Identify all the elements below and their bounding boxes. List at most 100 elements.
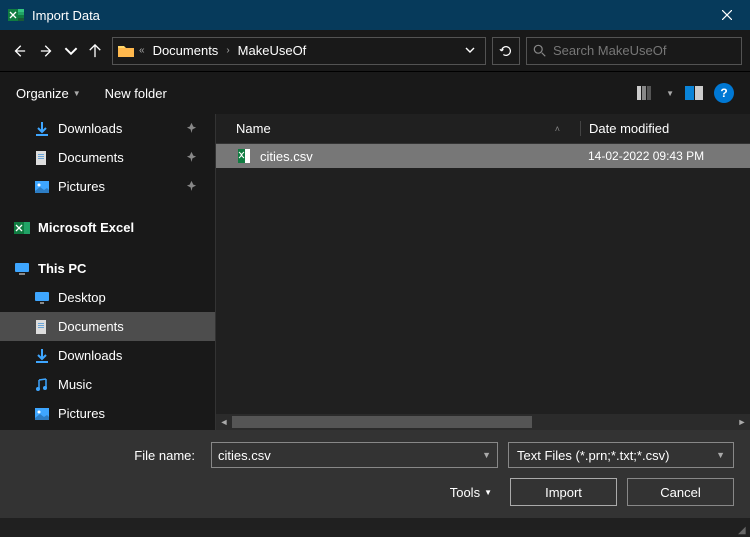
arrow-left-icon bbox=[12, 44, 26, 58]
column-header-date[interactable]: Date modified bbox=[580, 121, 750, 136]
sidebar-item-desktop[interactable]: Desktop bbox=[0, 283, 215, 312]
help-icon: ? bbox=[720, 86, 727, 100]
sidebar-item-label: Pictures bbox=[58, 406, 105, 421]
organize-menu[interactable]: Organize ▼ bbox=[16, 86, 81, 101]
sidebar-item-label: Microsoft Excel bbox=[38, 220, 134, 235]
nav-forward-button[interactable] bbox=[36, 39, 58, 63]
pin-icon bbox=[186, 150, 197, 165]
pin-icon bbox=[186, 121, 197, 136]
breadcrumb-item-documents[interactable]: Documents bbox=[149, 43, 223, 58]
breadcrumb-bar[interactable]: « Documents › MakeUseOf bbox=[112, 37, 486, 65]
scrollbar-track[interactable] bbox=[232, 414, 734, 430]
new-folder-button[interactable]: New folder bbox=[105, 86, 167, 101]
column-headers: Name ˄ Date modified bbox=[216, 114, 750, 144]
nav-back-button[interactable] bbox=[8, 39, 30, 63]
breadcrumb-item-makeuseof[interactable]: MakeUseOf bbox=[234, 43, 311, 58]
view-list-icon bbox=[637, 86, 655, 100]
filename-combobox[interactable]: ▼ bbox=[211, 442, 498, 468]
cancel-button[interactable]: Cancel bbox=[627, 478, 734, 506]
desktop-icon bbox=[34, 290, 50, 306]
chevron-down-icon: ▼ bbox=[716, 450, 725, 460]
preview-pane-button[interactable] bbox=[684, 83, 704, 103]
close-icon bbox=[722, 10, 732, 20]
view-mode-dropdown[interactable]: ▼ bbox=[666, 89, 674, 98]
title-bar: Import Data bbox=[0, 0, 750, 30]
document-icon bbox=[34, 150, 50, 166]
filename-label: File name: bbox=[16, 448, 201, 463]
sidebar-item-quick-pictures[interactable]: Pictures bbox=[0, 172, 215, 201]
excel-group: Microsoft Excel bbox=[0, 213, 215, 242]
file-name: cities.csv bbox=[260, 149, 580, 164]
sidebar-item-label: Pictures bbox=[58, 179, 105, 194]
scroll-right-button[interactable]: ► bbox=[734, 414, 750, 430]
sidebar-item-quick-documents[interactable]: Documents bbox=[0, 143, 215, 172]
view-mode-button[interactable] bbox=[636, 83, 656, 103]
quick-access-section: Downloads Documents Pictures bbox=[0, 114, 215, 201]
filename-input[interactable] bbox=[218, 448, 478, 463]
excel-icon bbox=[14, 220, 30, 236]
breadcrumb-dropdown[interactable] bbox=[465, 43, 475, 58]
window-title: Import Data bbox=[32, 8, 704, 23]
breadcrumb-chevron[interactable]: « bbox=[139, 45, 145, 56]
document-icon bbox=[34, 319, 50, 335]
nav-history-dropdown[interactable] bbox=[64, 39, 78, 63]
chevron-down-icon[interactable]: ▼ bbox=[482, 450, 491, 460]
breadcrumb-chevron[interactable]: › bbox=[226, 45, 229, 56]
sidebar-item-label: Desktop bbox=[58, 290, 106, 305]
tools-label: Tools bbox=[450, 485, 480, 500]
horizontal-scrollbar[interactable]: ◄ ► bbox=[216, 414, 750, 430]
music-icon bbox=[34, 377, 50, 393]
new-folder-label: New folder bbox=[105, 86, 167, 101]
sidebar-item-music[interactable]: Music bbox=[0, 370, 215, 399]
download-icon bbox=[34, 121, 50, 137]
nav-up-button[interactable] bbox=[84, 39, 106, 63]
arrow-up-icon bbox=[88, 44, 102, 58]
sidebar-item-excel[interactable]: Microsoft Excel bbox=[0, 213, 215, 242]
sidebar-item-label: Documents bbox=[58, 319, 124, 334]
navigation-pane: Downloads Documents Pictures Microsoft E… bbox=[0, 114, 215, 430]
import-button[interactable]: Import bbox=[510, 478, 617, 506]
search-input[interactable] bbox=[553, 43, 735, 58]
picture-icon bbox=[34, 406, 50, 422]
scrollbar-thumb[interactable] bbox=[232, 416, 532, 428]
file-type-filter[interactable]: Text Files (*.prn;*.txt;*.csv) ▼ bbox=[508, 442, 734, 468]
sidebar-item-label: Downloads bbox=[58, 348, 122, 363]
sidebar-item-videos[interactable]: Videos bbox=[0, 428, 215, 430]
sidebar-item-label: Music bbox=[58, 377, 92, 392]
chevron-down-icon bbox=[465, 45, 475, 55]
command-bar: Organize ▼ New folder ▼ ? bbox=[0, 72, 750, 114]
sidebar-item-downloads[interactable]: Downloads bbox=[0, 341, 215, 370]
sidebar-item-pictures[interactable]: Pictures bbox=[0, 399, 215, 428]
picture-icon bbox=[34, 179, 50, 195]
sidebar-item-this-pc[interactable]: This PC bbox=[0, 254, 215, 283]
excel-app-icon bbox=[8, 7, 24, 23]
window-close-button[interactable] bbox=[704, 0, 750, 30]
resize-grip[interactable]: ◢ bbox=[738, 525, 748, 535]
pin-icon bbox=[186, 179, 197, 194]
tools-menu[interactable]: Tools ▼ bbox=[450, 485, 492, 500]
sidebar-item-label: This PC bbox=[38, 261, 86, 276]
sidebar-item-documents[interactable]: Documents bbox=[0, 312, 215, 341]
file-date: 14-02-2022 09:43 PM bbox=[580, 149, 750, 163]
this-pc-icon bbox=[14, 261, 30, 277]
file-row[interactable]: cities.csv 14-02-2022 09:43 PM bbox=[216, 144, 750, 168]
search-box[interactable] bbox=[526, 37, 742, 65]
this-pc-group: This PC Desktop Documents Downloads Musi… bbox=[0, 254, 215, 430]
refresh-button[interactable] bbox=[492, 37, 520, 65]
help-button[interactable]: ? bbox=[714, 83, 734, 103]
excel-file-icon bbox=[236, 148, 252, 164]
sort-indicator-icon: ˄ bbox=[555, 124, 560, 134]
column-header-name[interactable]: Name ˄ bbox=[216, 121, 580, 136]
file-list[interactable]: cities.csv 14-02-2022 09:43 PM bbox=[216, 144, 750, 414]
sidebar-item-label: Documents bbox=[58, 150, 124, 165]
sidebar-item-quick-downloads[interactable]: Downloads bbox=[0, 114, 215, 143]
search-icon bbox=[533, 44, 547, 58]
arrow-right-icon bbox=[40, 44, 54, 58]
organize-label: Organize bbox=[16, 86, 69, 101]
chevron-down-icon bbox=[64, 44, 78, 58]
chevron-down-icon: ▼ bbox=[73, 89, 81, 98]
main-area: Downloads Documents Pictures Microsoft E… bbox=[0, 114, 750, 430]
scroll-left-button[interactable]: ◄ bbox=[216, 414, 232, 430]
chevron-down-icon: ▼ bbox=[484, 488, 492, 497]
download-icon bbox=[34, 348, 50, 364]
